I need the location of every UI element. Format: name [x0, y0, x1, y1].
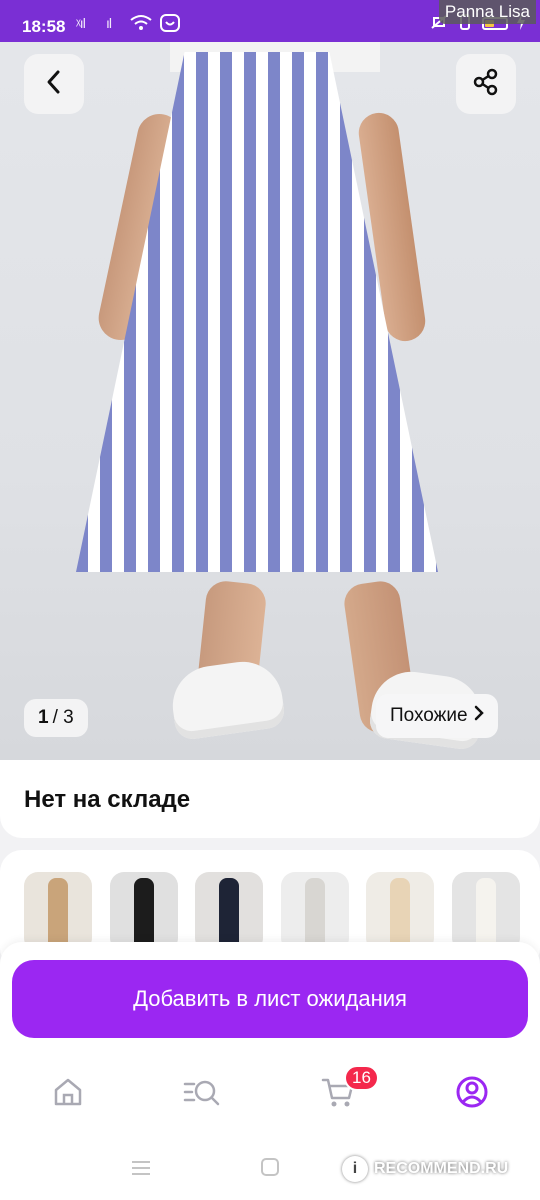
similar-item-thumbnail[interactable]: [366, 872, 435, 952]
back-button[interactable]: [24, 54, 84, 114]
catalog-search-icon: [182, 1076, 222, 1113]
recommend-watermark: i RECOMMEND.RU: [342, 1156, 508, 1182]
recents-nav-icon[interactable]: [130, 1157, 152, 1183]
profile-icon: [455, 1075, 489, 1114]
similar-label: Похожие: [390, 705, 468, 726]
similar-button[interactable]: Похожие: [376, 694, 498, 738]
image-counter-total: / 3: [52, 707, 74, 728]
recommend-logo: i: [342, 1156, 368, 1182]
add-to-waitlist-button[interactable]: Добавить в лист ожидания: [12, 960, 528, 1038]
wifi-icon: [130, 14, 152, 37]
tab-catalog[interactable]: [172, 1069, 232, 1119]
similar-item-thumbnail[interactable]: [195, 872, 264, 952]
cta-area: Добавить в лист ожидания: [0, 942, 540, 1047]
floral-midi-skirt-image: [390, 878, 411, 952]
similar-item-thumbnail[interactable]: [280, 872, 349, 952]
status-bar: 18:58 ᵡıl ıl Panna Lisa: [0, 0, 540, 42]
status-time: 18:58: [22, 17, 66, 36]
cart-badge: 16: [344, 1065, 379, 1091]
dark-floral-skirt-image: [219, 878, 240, 952]
image-counter-current: 1: [38, 707, 49, 728]
tab-profile[interactable]: [442, 1069, 502, 1119]
watermark-text: RECOMMEND.RU: [374, 1160, 509, 1177]
chevron-right-icon: [474, 705, 484, 727]
beige-skirt-image: [48, 878, 68, 952]
signal-icon: ᵡıl: [76, 15, 86, 31]
stock-status: Нет на складе: [24, 786, 191, 813]
white-maxi-skirt-image: [476, 878, 496, 952]
similar-item-thumbnail[interactable]: [24, 872, 92, 952]
image-counter: 1 / 3: [24, 699, 88, 737]
grey-slit-skirt-image: [304, 878, 325, 952]
sneaker-left: [167, 656, 287, 742]
tab-home[interactable]: [38, 1069, 98, 1119]
bottom-tab-bar: 16: [0, 1047, 540, 1137]
share-button[interactable]: [456, 54, 516, 114]
similar-item-thumbnail[interactable]: [109, 872, 178, 952]
signal-icon-2: ıl: [106, 15, 112, 31]
stock-status-card: Нет на складе: [0, 760, 540, 838]
home-icon: [52, 1076, 84, 1113]
black-slit-skirt-image: [133, 878, 154, 952]
product-image-gallery[interactable]: 1 / 3 Похожие: [0, 42, 540, 762]
similar-item-thumbnail[interactable]: [452, 872, 520, 952]
home-nav-icon[interactable]: [260, 1157, 280, 1183]
tab-cart[interactable]: 16: [308, 1065, 379, 1119]
share-icon: [472, 68, 500, 101]
messenger-icon: [160, 14, 180, 39]
chevron-left-icon: [43, 69, 65, 100]
username-overlay: Panna Lisa: [438, 0, 536, 24]
